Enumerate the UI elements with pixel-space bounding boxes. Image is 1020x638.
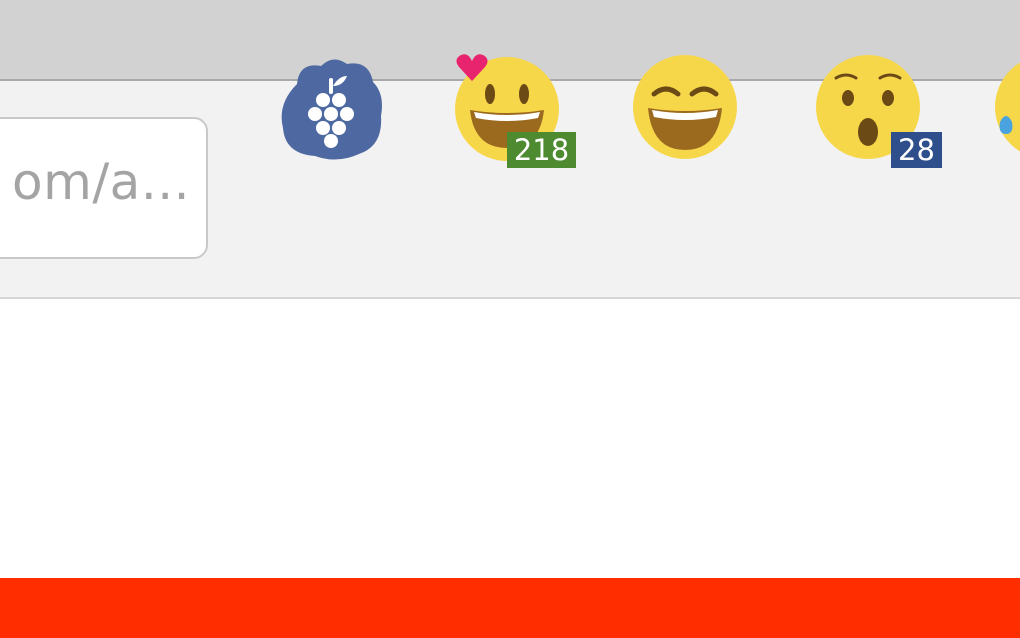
address-bar[interactable]: om/a... (0, 117, 208, 259)
crying-face-icon (995, 62, 1020, 152)
laughing-extension-button[interactable] (632, 54, 742, 164)
page-header-bar (0, 578, 1020, 638)
crying-extension-button[interactable] (992, 54, 1020, 164)
grape-extension-button[interactable] (277, 54, 385, 162)
page-content (0, 299, 1020, 578)
extension-badge-count: 28 (891, 132, 942, 168)
grape-icon (281, 59, 382, 160)
heart-icon (456, 54, 488, 81)
extension-badge-count: 218 (507, 132, 576, 168)
address-bar-text: om/a... (12, 153, 190, 211)
laughing-face-icon (633, 55, 737, 159)
